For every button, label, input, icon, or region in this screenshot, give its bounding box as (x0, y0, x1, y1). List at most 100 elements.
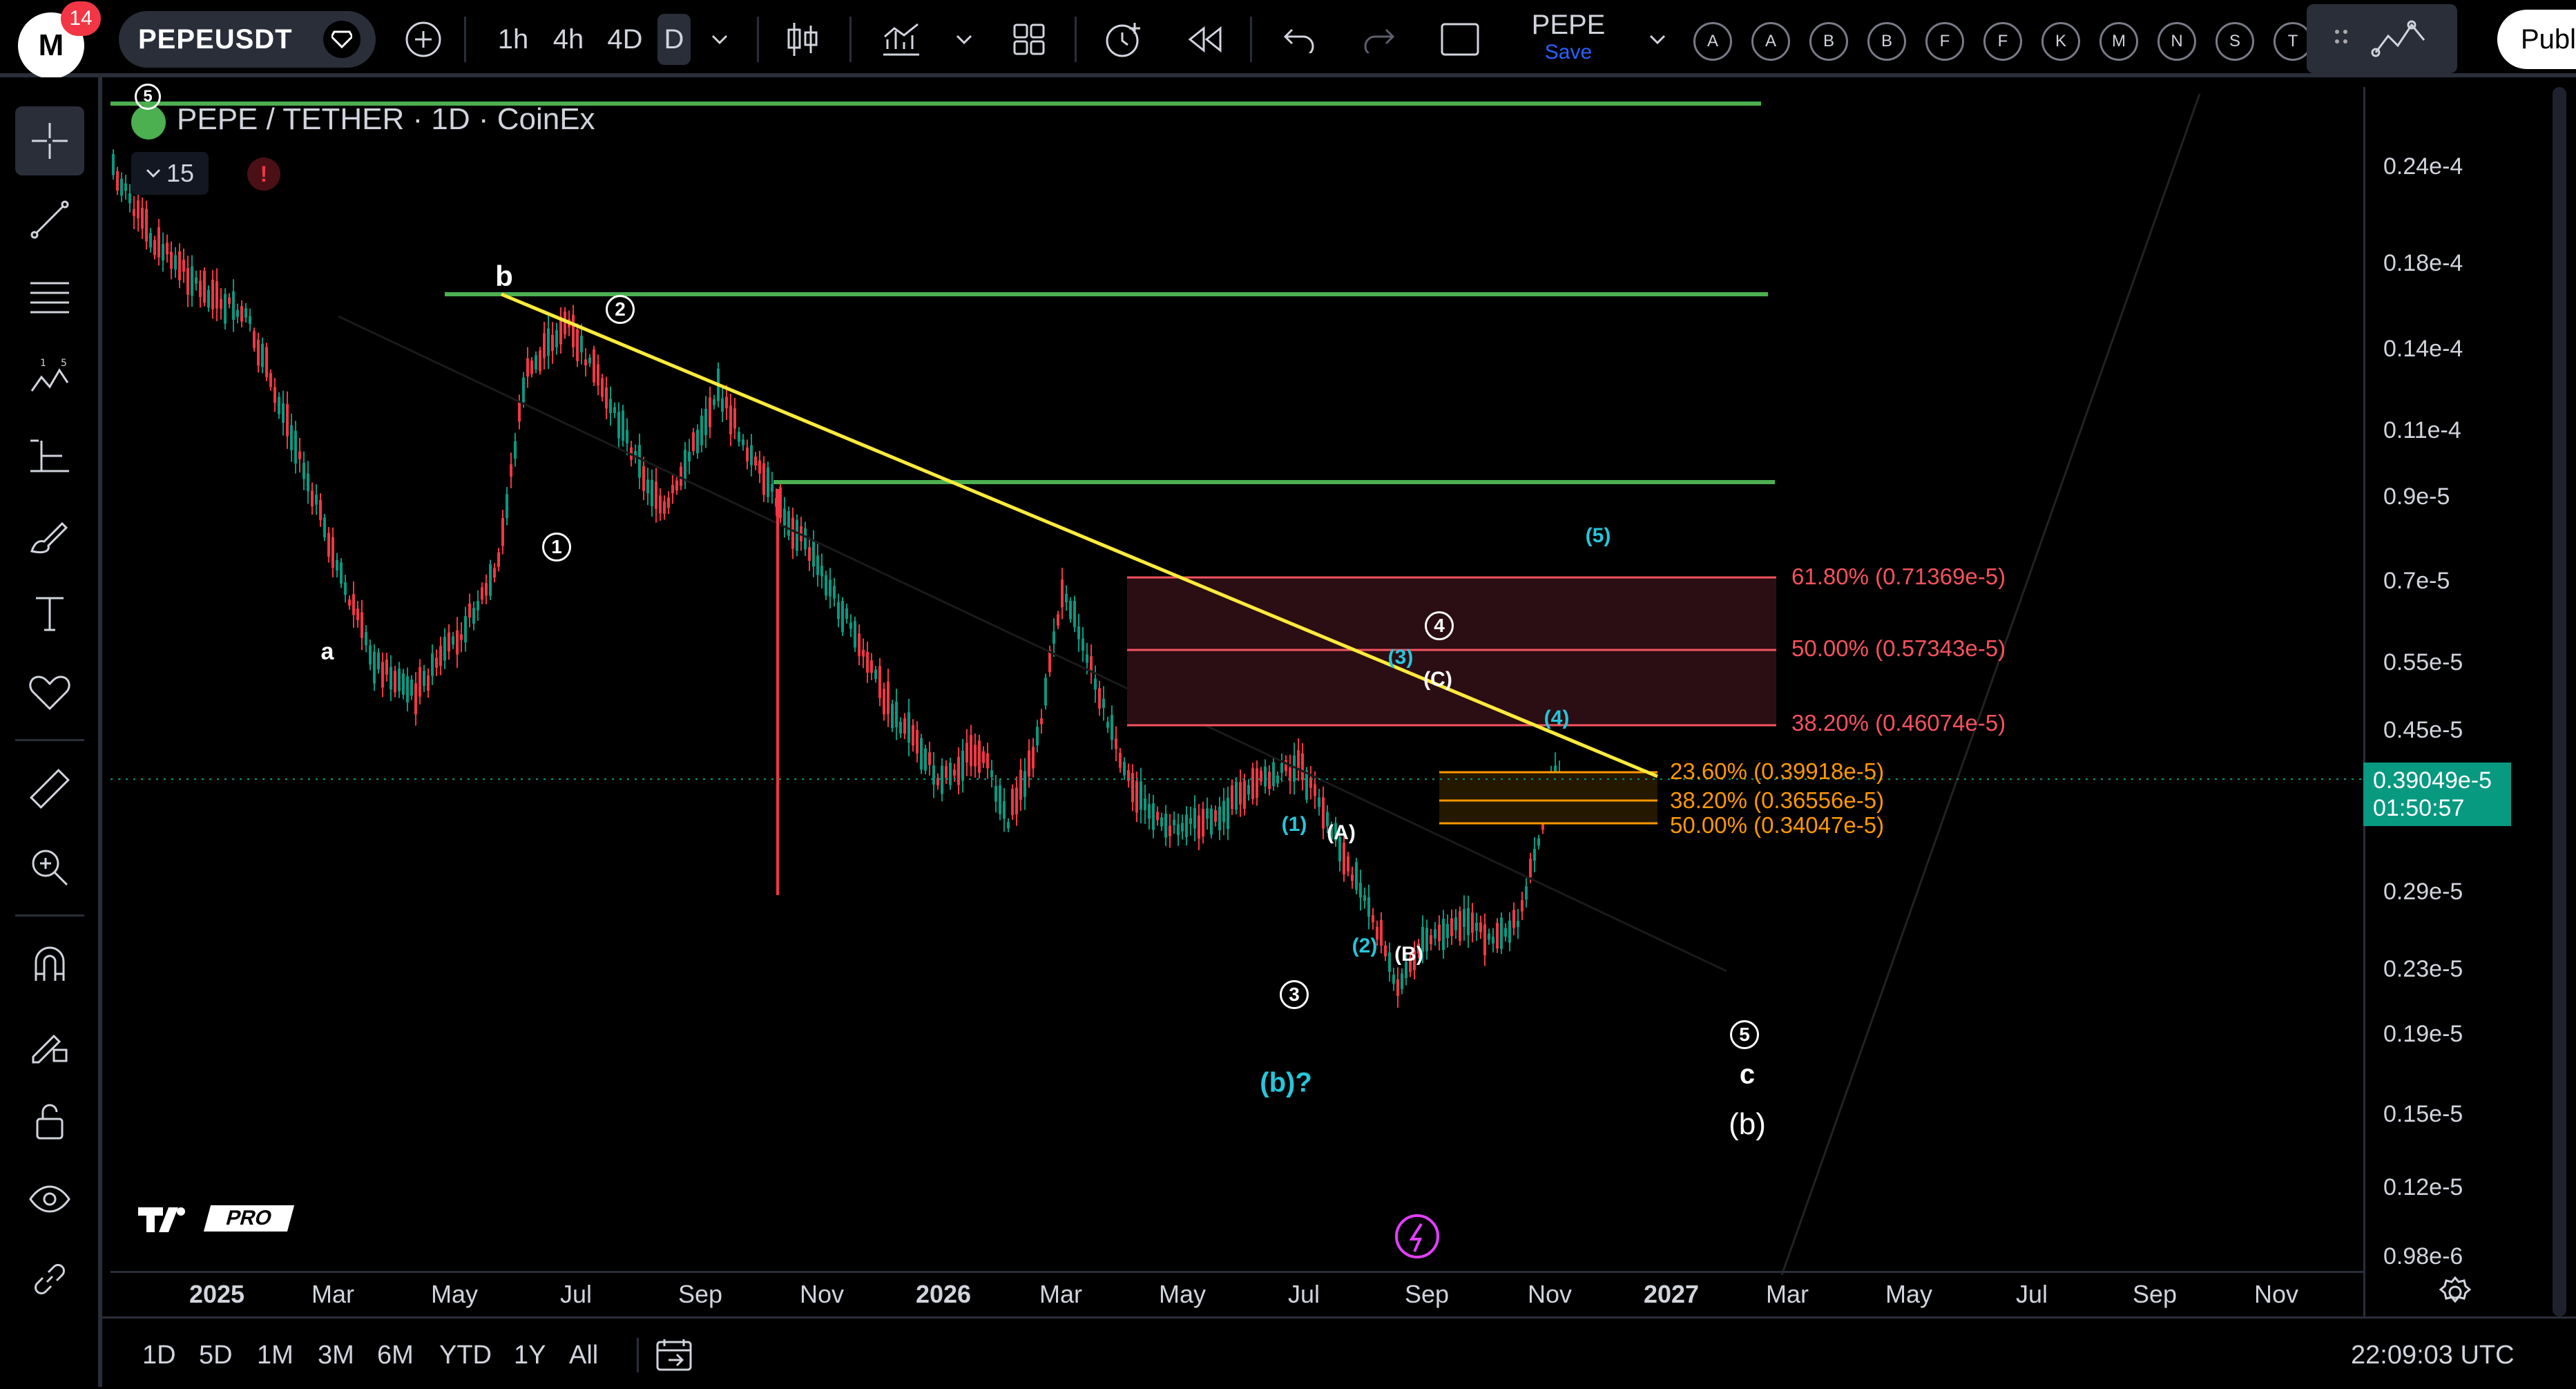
goto-date-icon[interactable] (655, 1337, 696, 1375)
candle-body (124, 183, 127, 191)
candle-body (733, 408, 736, 429)
fib-level-label: 50.00% (0.34047e-5) (1670, 812, 1885, 838)
alert-button[interactable]: F (1925, 22, 1964, 61)
candle-body (178, 251, 181, 280)
candle-body (464, 615, 467, 642)
layout-grid-icon[interactable] (1008, 14, 1050, 65)
chart-settings-gear-icon[interactable] (2438, 1275, 2472, 1310)
chevron-down-icon[interactable] (704, 14, 735, 65)
redo-icon[interactable] (1358, 14, 1399, 65)
interval-d[interactable]: D (657, 14, 691, 65)
alert-button[interactable]: B (1809, 22, 1848, 61)
candle-body (191, 266, 193, 296)
price-tick: 0.45e-5 (2383, 717, 2463, 743)
brush-tool-icon[interactable] (15, 500, 84, 569)
candle-body (195, 277, 198, 284)
wave-label: 5 (1730, 1020, 1759, 1049)
alert-button[interactable]: K (2041, 22, 2080, 61)
alert-button[interactable]: F (1983, 22, 2022, 61)
add-symbol-icon[interactable] (401, 14, 446, 65)
undo-icon[interactable] (1279, 14, 1320, 65)
divider (849, 17, 852, 62)
magnet-icon[interactable] (15, 930, 84, 999)
interval-1h[interactable]: 1h (492, 14, 535, 65)
chevron-down-icon[interactable] (950, 14, 978, 65)
range-5d[interactable]: 5D (199, 1341, 233, 1370)
range-6m[interactable]: 6M (377, 1341, 414, 1370)
indicators-toggle[interactable]: 15 (131, 152, 209, 195)
candle-body (1347, 856, 1349, 872)
candle-body (588, 357, 591, 364)
fib-level-label: 61.80% (0.71369e-5) (1791, 564, 2006, 589)
candle-body (439, 646, 442, 667)
range-1m[interactable]: 1M (257, 1341, 294, 1370)
layout-name-button[interactable]: PEPE Save (1517, 10, 1620, 68)
candle-body (1235, 781, 1238, 810)
candle-body (771, 483, 773, 492)
interval-4h[interactable]: 4h (547, 14, 590, 65)
time-axis[interactable]: 2025 Mar May Jul Sep Nov 2026 Mar May Ju… (110, 1271, 2363, 1319)
candle-body (1160, 817, 1163, 827)
candle-body (319, 499, 322, 520)
symbol-search-button[interactable]: PEPEUSDT (119, 11, 376, 68)
alert-button[interactable]: A (1693, 22, 1732, 61)
alert-button[interactable]: A (1751, 22, 1790, 61)
indicators-icon[interactable] (877, 14, 925, 65)
zoom-in-icon[interactable] (15, 833, 84, 902)
range-1d[interactable]: 1D (142, 1341, 176, 1370)
candle-body (435, 658, 438, 668)
draw-lock-icon[interactable] (15, 1008, 84, 1077)
candle-type-icon[interactable] (780, 14, 825, 65)
chevron-down-icon[interactable] (1644, 14, 1671, 65)
range-1y[interactable]: 1Y (514, 1341, 546, 1370)
utc-clock[interactable]: 22:09:03 UTC (2351, 1341, 2515, 1370)
alert-button[interactable]: M (2099, 22, 2138, 61)
pattern-tool-icon[interactable]: 15 (15, 343, 84, 412)
text-tool-icon[interactable] (15, 579, 84, 648)
candle-body (1434, 929, 1436, 939)
link-icon[interactable] (15, 1245, 84, 1314)
divider (15, 914, 84, 917)
interval-4d[interactable]: 4D (602, 14, 648, 65)
ruler-icon[interactable] (15, 754, 84, 823)
candle-body (994, 785, 997, 802)
wave-label: (4) (1544, 707, 1570, 729)
alert-button[interactable]: S (2215, 22, 2254, 61)
candle-body (920, 738, 923, 770)
alert-button[interactable]: B (1867, 22, 1906, 61)
candle-body (501, 517, 504, 546)
candle-body (1442, 919, 1445, 950)
range-3m[interactable]: 3M (318, 1341, 354, 1370)
crosshair-tool-icon[interactable] (15, 106, 84, 175)
replay-icon[interactable] (1184, 14, 1225, 65)
forecast-tool-icon[interactable] (15, 421, 84, 490)
candle-body (825, 575, 827, 596)
candle-body (1372, 915, 1374, 923)
right-panel-scrollbar[interactable] (2553, 87, 2566, 1316)
candle-body (340, 562, 343, 584)
fib-tool-icon[interactable] (15, 264, 84, 333)
candle-body (1297, 750, 1300, 769)
fullscreen-icon[interactable] (1438, 14, 1482, 65)
alert-clock-icon[interactable] (1102, 14, 1148, 65)
publish-button[interactable]: Publ (2497, 10, 2576, 69)
alert-button[interactable]: N (2157, 22, 2196, 61)
candle-body (1401, 973, 1403, 990)
range-ytd[interactable]: YTD (439, 1341, 492, 1370)
candle-body (1023, 771, 1026, 797)
elliott-wave-tool-popup[interactable] (2307, 4, 2457, 73)
lightning-icon[interactable] (1395, 1214, 1439, 1258)
candle-body (671, 484, 674, 494)
svg-text:5: 5 (61, 358, 67, 369)
heart-icon[interactable] (15, 658, 84, 727)
price-chart[interactable] (110, 87, 2363, 1316)
range-all[interactable]: All (569, 1341, 598, 1370)
trend-line-tool-icon[interactable] (15, 185, 84, 254)
eye-icon[interactable] (15, 1166, 84, 1235)
price-axis[interactable]: 0.24e-4 0.18e-4 0.14e-4 0.11e-4 0.9e-5 0… (2363, 87, 2552, 1316)
candle-body (1318, 797, 1320, 807)
candle-body (754, 457, 757, 466)
lock-icon[interactable] (15, 1087, 84, 1156)
candle-body (1367, 897, 1370, 917)
warning-icon[interactable]: ! (247, 157, 280, 191)
